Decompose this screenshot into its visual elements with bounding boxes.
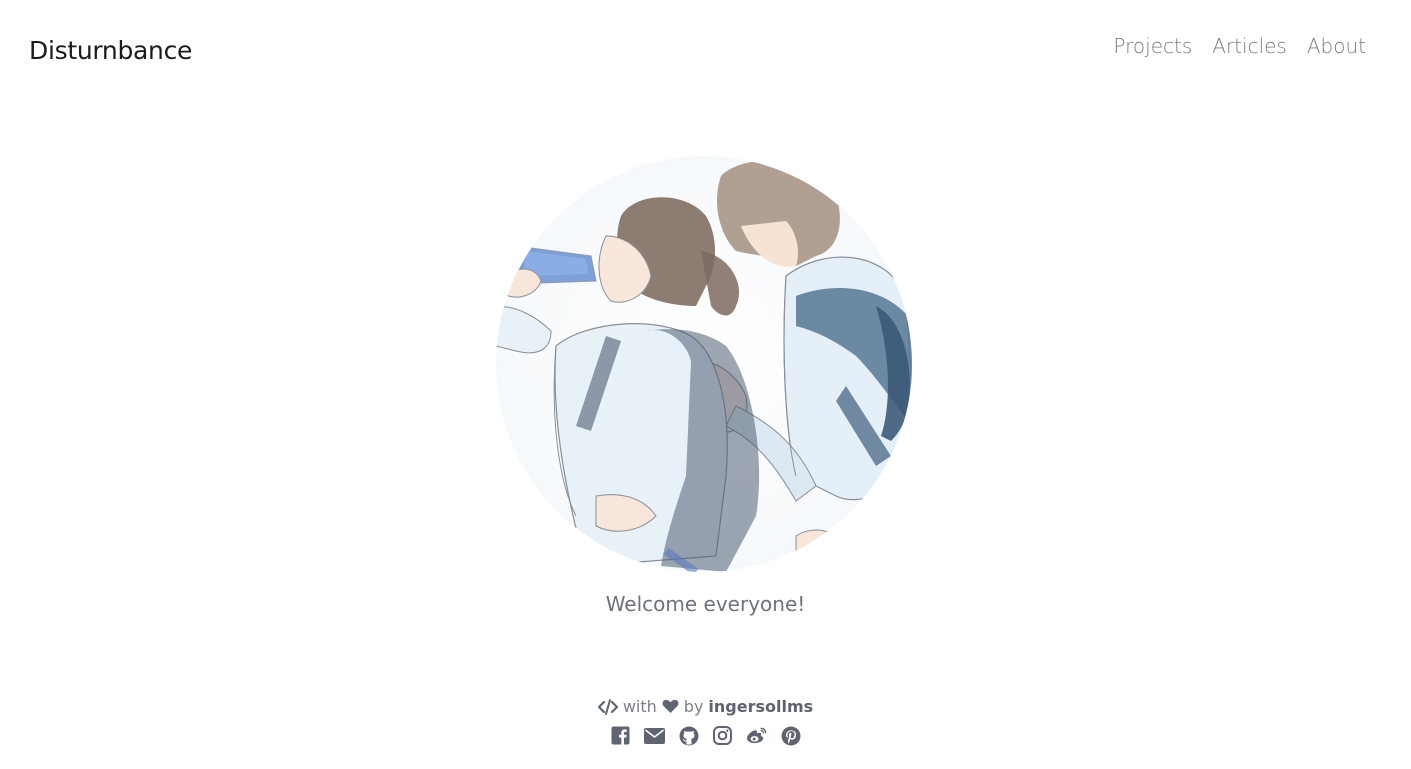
social-links: [0, 725, 1411, 746]
page: Disturnbance Projects Articles About Wel…: [0, 0, 1411, 769]
author-link[interactable]: ingersollms: [708, 697, 813, 716]
nav-projects[interactable]: Projects: [1113, 34, 1192, 58]
facebook-icon[interactable]: [610, 725, 631, 746]
pinterest-icon[interactable]: [780, 725, 801, 746]
nav-articles[interactable]: Articles: [1212, 34, 1287, 58]
credit-by-text: by: [683, 697, 704, 716]
instagram-icon[interactable]: [712, 725, 733, 746]
code-icon: [597, 698, 618, 715]
github-icon[interactable]: [678, 725, 699, 746]
mail-icon[interactable]: [644, 725, 665, 746]
weibo-icon[interactable]: [746, 725, 767, 746]
credit-with-text: with: [622, 697, 657, 716]
heart-icon: [662, 699, 679, 714]
welcome-message: Welcome everyone!: [605, 592, 806, 616]
hero-illustration: [496, 156, 912, 572]
site-brand-link[interactable]: Disturnbance: [29, 36, 192, 65]
nav-about[interactable]: About: [1307, 34, 1366, 58]
main-nav: Projects Articles About: [1113, 34, 1366, 58]
footer-credit: with by ingersollms: [0, 697, 1411, 716]
